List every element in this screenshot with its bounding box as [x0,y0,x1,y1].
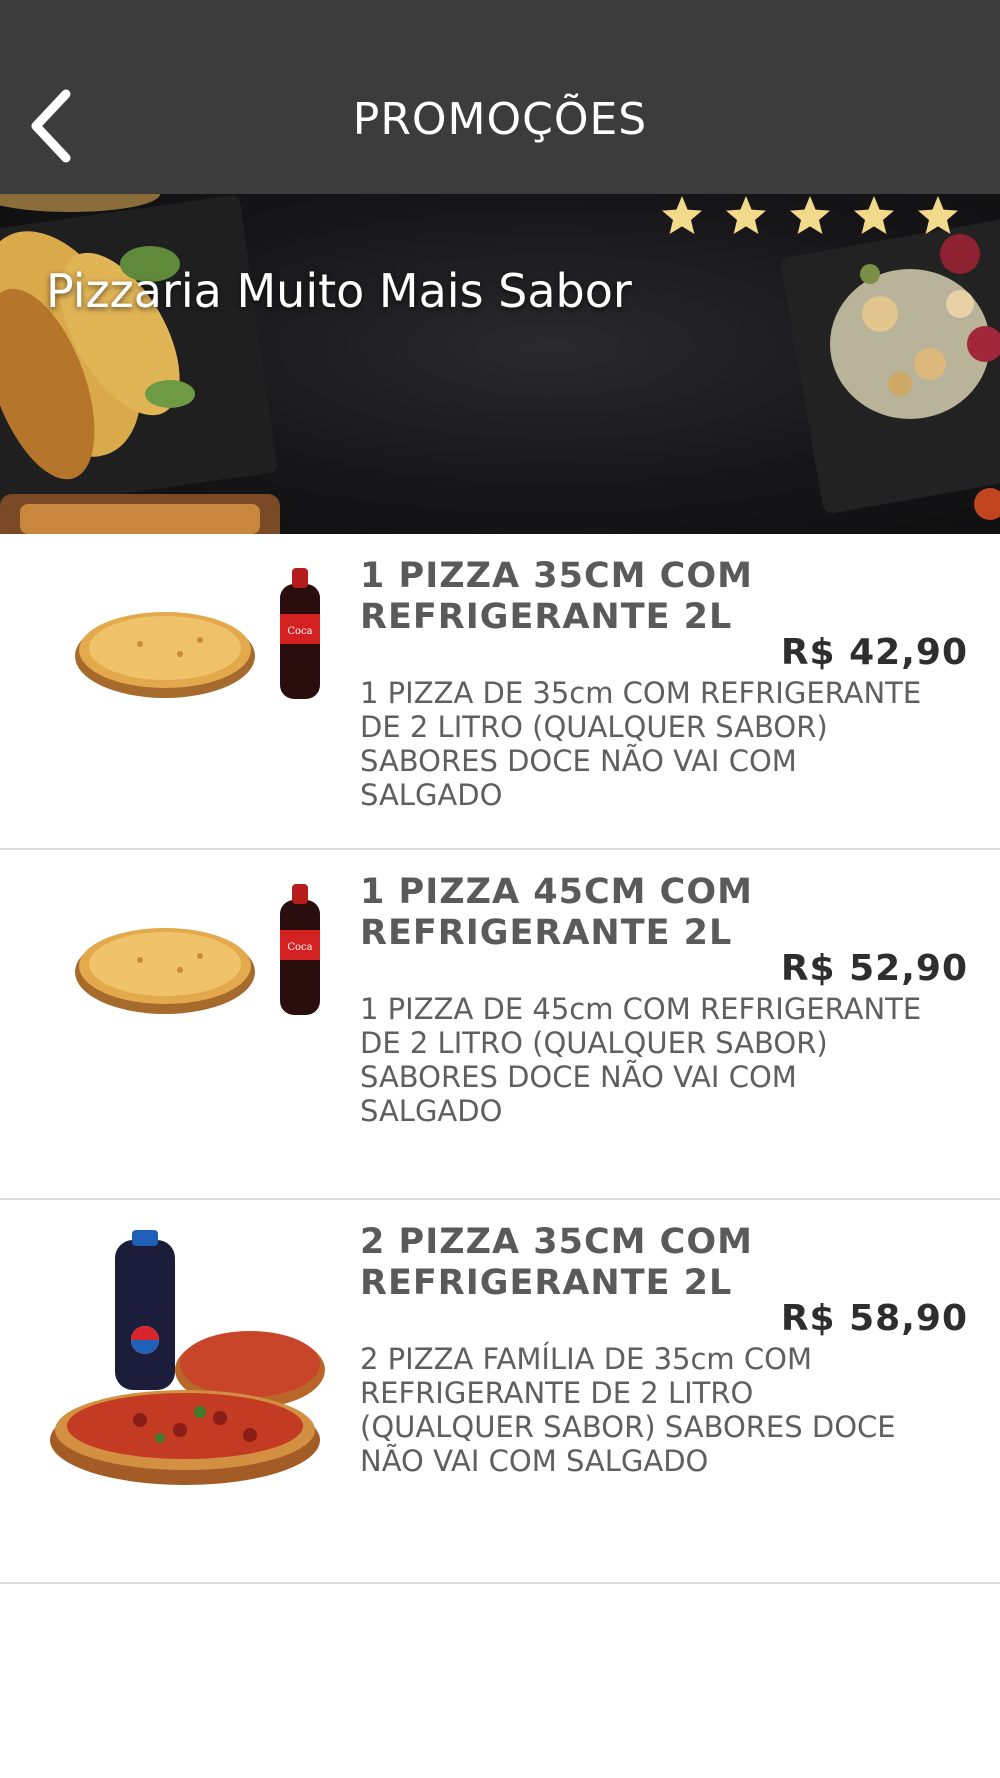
page-title: PROMOÇÕES [352,94,648,145]
promo-title-line: 1 PIZZA 35CM COM [360,556,753,596]
promo-description-line: (QUALQUER SABOR) SABORES DOCE [360,1410,896,1444]
promo-description-line: SALGADO [360,778,503,812]
restaurant-name: Pizzaria Muito Mais Sabor [46,264,632,318]
promo-price: R$ 52,90 [780,948,968,989]
promo-description-line: REFRIGERANTE DE 2 LITRO [360,1376,754,1410]
restaurant-banner: Pizzaria Muito Mais Sabor [0,194,1000,534]
promo-price: R$ 58,90 [780,1298,968,1339]
pizza-soda-image: Coca [75,568,320,699]
svg-text:Coca: Coca [287,942,312,953]
promo-description-line: DE 2 LITRO (QUALQUER SABOR) [360,710,828,744]
pizza-soda-image: Coca [75,884,320,1015]
promo-title: 2 PIZZA 35CM COM REFRIGERANTE 2L [360,1222,960,1304]
star-icon [726,196,766,234]
star-icon [790,196,830,234]
promo-description-line: DE 2 LITRO (QUALQUER SABOR) [360,1026,828,1060]
promo-description-line: SABORES DOCE NÃO VAI COM [360,744,797,778]
promo-description-line: SABORES DOCE NÃO VAI COM [360,1060,797,1094]
promo-title: 1 PIZZA 35CM COM REFRIGERANTE 2L [360,556,960,638]
promo-description-line: 2 PIZZA FAMÍLIA DE 35cm COM [360,1342,812,1376]
promo-item[interactable]: Coca 1 PIZZA 45CM COM REFRIGERANTE 2L R$… [0,850,1000,1200]
promo-title: 1 PIZZA 45CM COM REFRIGERANTE 2L [360,872,960,954]
promo-item[interactable]: Coca 1 PIZZA 35CM COM REFRIGERANTE 2L R$… [0,534,1000,850]
star-icon [854,196,894,234]
promo-description: 2 PIZZA FAMÍLIA DE 35cm COM REFRIGERANTE… [360,1342,970,1478]
promo-description-line: 1 PIZZA DE 45cm COM REFRIGERANTE [360,992,922,1026]
star-icon [918,196,958,234]
rating-stars [660,194,960,244]
promo-title-line: 1 PIZZA 45CM COM [360,872,753,912]
promo-description-line: 1 PIZZA DE 35cm COM REFRIGERANTE [360,676,922,710]
promo-description-line: NÃO VAI COM SALGADO [360,1444,709,1478]
promo-item[interactable]: 2 PIZZA 35CM COM REFRIGERANTE 2L R$ 58,9… [0,1200,1000,1584]
promo-description: 1 PIZZA DE 45cm COM REFRIGERANTE DE 2 LI… [360,992,970,1128]
svg-text:Coca: Coca [287,626,312,637]
promo-description: 1 PIZZA DE 35cm COM REFRIGERANTE DE 2 LI… [360,676,970,812]
pizzas-pepsi-image [50,1230,325,1485]
top-app-bar: PROMOÇÕES [0,0,1000,194]
star-icon [662,196,702,234]
promo-price: R$ 42,90 [780,632,968,673]
promo-title-line: 2 PIZZA 35CM COM [360,1222,753,1262]
food-background-image [0,194,1000,534]
promo-description-line: SALGADO [360,1094,503,1128]
